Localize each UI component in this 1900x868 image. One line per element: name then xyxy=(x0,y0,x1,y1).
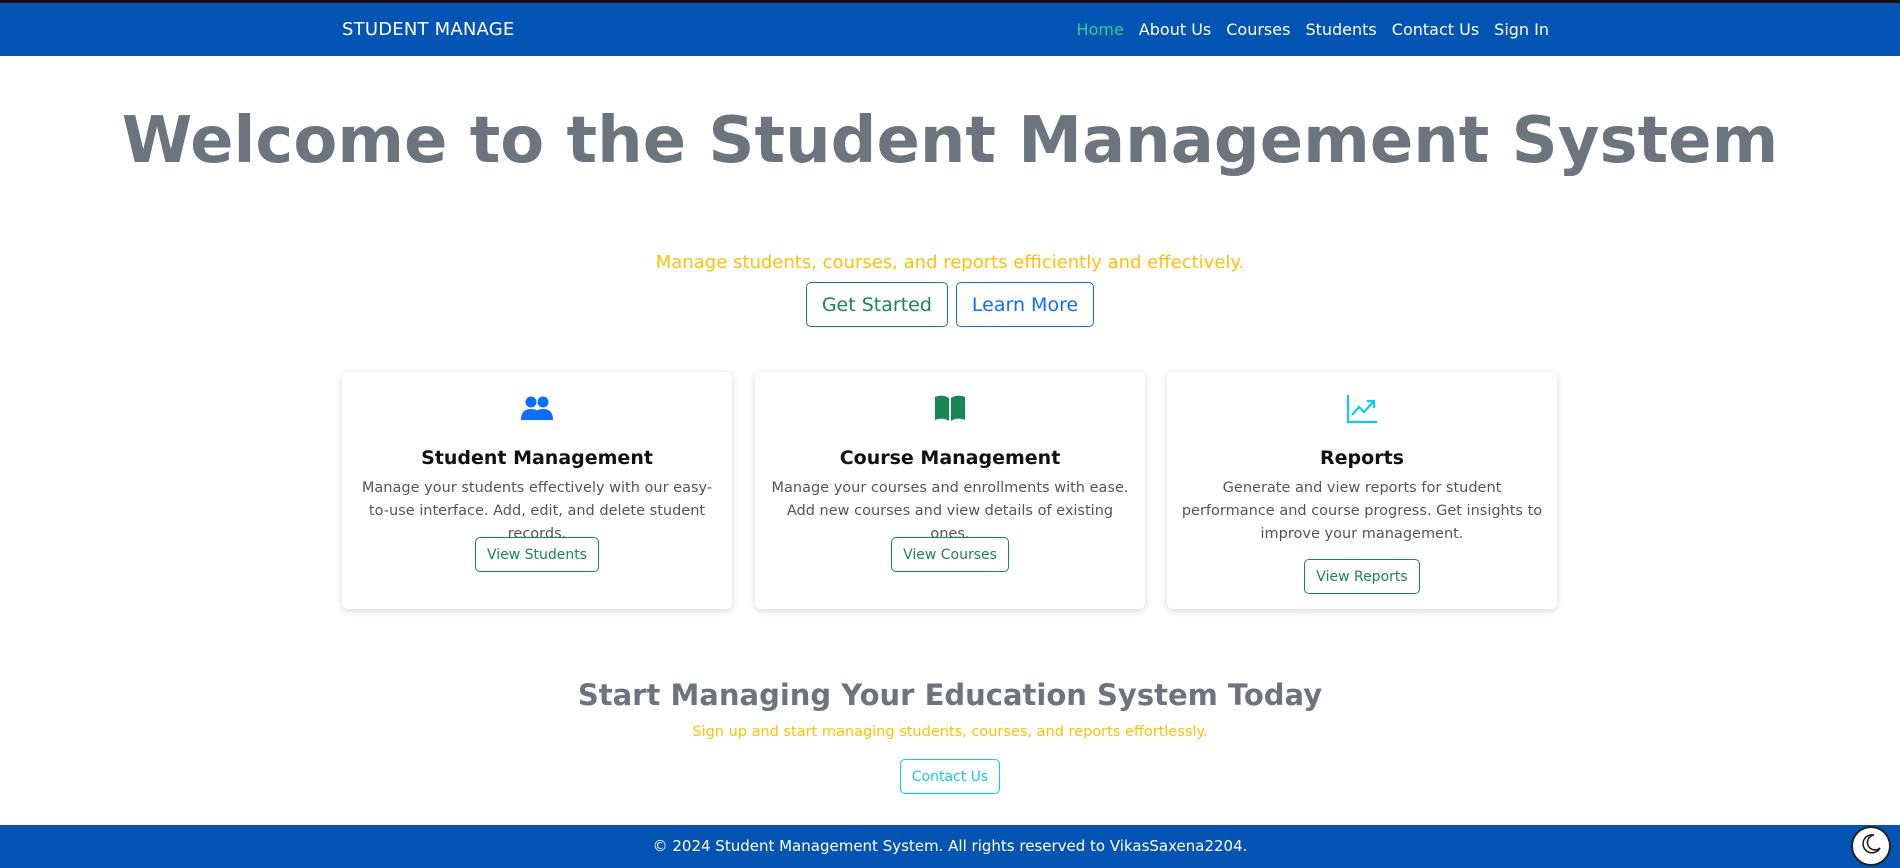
nav-sign-in[interactable]: Sign In xyxy=(1494,20,1549,39)
theme-toggle-button[interactable] xyxy=(1851,826,1891,866)
cta-subtitle: Sign up and start managing students, cou… xyxy=(692,724,1208,740)
book-icon xyxy=(934,394,966,426)
get-started-button[interactable]: Get Started xyxy=(805,282,948,327)
cta-title: Start Managing Your Education System Tod… xyxy=(577,678,1323,712)
users-icon xyxy=(521,394,553,426)
card-text: Generate and view reports for student pe… xyxy=(1181,480,1543,542)
view-courses-button[interactable]: View Courses xyxy=(891,537,1009,572)
student-management-card: Student Management Manage your students … xyxy=(342,372,732,609)
footer-copyright: © 2024 Student Management System. All ri… xyxy=(652,837,1248,855)
hero-subtitle: Manage students, courses, and reports ef… xyxy=(655,252,1245,273)
nav-about-us[interactable]: About Us xyxy=(1139,20,1211,39)
hero-buttons: Get Started Learn More xyxy=(0,282,1900,327)
card-title: Reports xyxy=(1320,447,1404,469)
card-title: Course Management xyxy=(839,447,1061,469)
view-students-button[interactable]: View Students xyxy=(474,537,600,572)
card-text: Manage your students effectively with ou… xyxy=(361,480,713,542)
nav-links: Home About Us Courses Students Contact U… xyxy=(1077,20,1549,39)
moon-icon xyxy=(1860,833,1882,859)
contact-us-button[interactable]: Contact Us xyxy=(899,759,1001,794)
learn-more-button[interactable]: Learn More xyxy=(955,282,1095,327)
brand-logo[interactable]: STUDENT MANAGE xyxy=(342,19,514,40)
nav-courses[interactable]: Courses xyxy=(1226,20,1290,39)
footer: © 2024 Student Management System. All ri… xyxy=(0,825,1900,868)
nav-home[interactable]: Home xyxy=(1077,20,1124,39)
navbar: STUDENT MANAGE Home About Us Courses Stu… xyxy=(0,3,1900,56)
course-management-card: Course Management Manage your courses an… xyxy=(755,372,1145,609)
hero-title: Welcome to the Student Management System xyxy=(121,104,1779,178)
view-reports-button[interactable]: View Reports xyxy=(1304,559,1420,594)
nav-students[interactable]: Students xyxy=(1305,20,1376,39)
card-text: Manage your courses and enrollments with… xyxy=(771,480,1129,542)
card-title: Student Management xyxy=(421,447,653,469)
reports-card: Reports Generate and view reports for st… xyxy=(1167,372,1557,609)
nav-contact-us[interactable]: Contact Us xyxy=(1392,20,1479,39)
chart-line-icon xyxy=(1346,394,1378,428)
